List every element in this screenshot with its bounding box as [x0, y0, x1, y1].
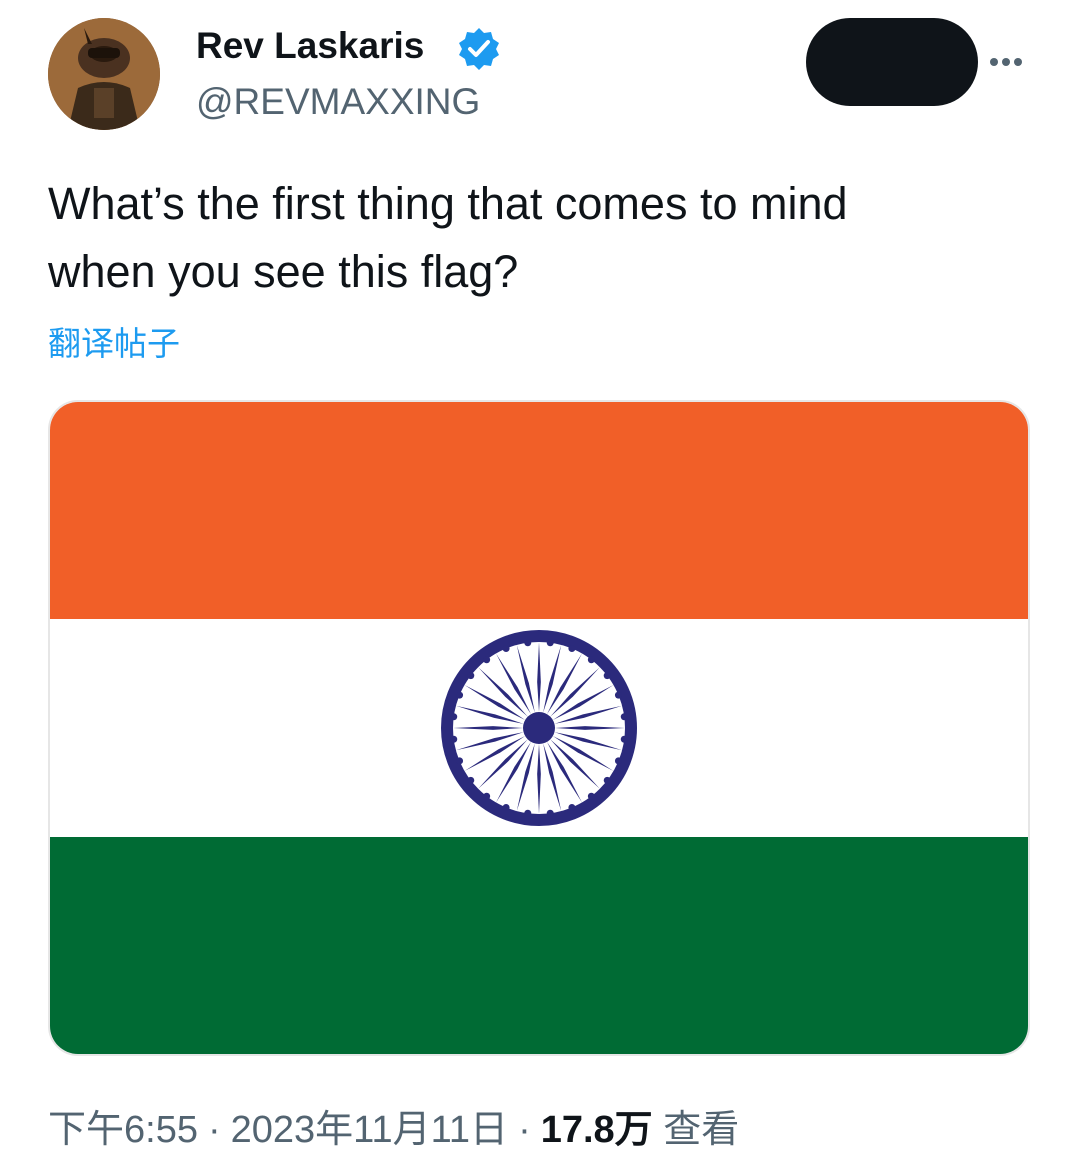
- chakra-rim-dot: [587, 656, 595, 664]
- tweet-text: What’s the first thing that comes to min…: [48, 170, 1038, 306]
- chakra-rim-dot: [568, 803, 576, 811]
- tweet-meta: 下午6:55 · 2023年11月11日 · 17.8万 查看: [48, 1104, 739, 1156]
- chakra-rim-dot: [483, 656, 491, 664]
- chakra-rim-dot: [614, 757, 622, 765]
- chakra-rim-dot: [502, 803, 510, 811]
- tweet-media-image[interactable]: [48, 400, 1030, 1056]
- views-label[interactable]: 查看: [663, 1109, 739, 1151]
- chakra-rim-dot: [587, 792, 595, 800]
- chakra-hub: [523, 712, 555, 744]
- meta-separator: ·: [518, 1109, 531, 1151]
- author-display-name[interactable]: Rev Laskaris: [196, 24, 424, 68]
- chakra-rim-dot: [568, 645, 576, 653]
- tweet-time[interactable]: 下午6:55: [48, 1109, 198, 1151]
- chakra-rim-dot: [524, 809, 532, 817]
- more-options-icon[interactable]: [984, 40, 1028, 84]
- ashoka-chakra-icon: [441, 630, 637, 826]
- flag-stripe-top: [50, 402, 1028, 619]
- chakra-rim-dot: [467, 776, 475, 784]
- chakra-rim-dot: [456, 691, 464, 699]
- tweet-date[interactable]: 2023年11月11日: [231, 1109, 508, 1151]
- chakra-rim-dot: [620, 735, 628, 743]
- chakra-rim-dot: [603, 672, 611, 680]
- tweet-text-line-2: when you see this flag?: [48, 246, 519, 297]
- views-count[interactable]: 17.8万: [541, 1109, 653, 1151]
- author-handle[interactable]: @REVMAXXING: [196, 80, 480, 124]
- chakra-rim-dot: [614, 691, 622, 699]
- chakra-rim-dot: [546, 639, 554, 647]
- tweet-text-line-1: What’s the first thing that comes to min…: [48, 178, 848, 229]
- meta-separator: ·: [207, 1109, 221, 1151]
- chakra-rim-dot: [456, 757, 464, 765]
- chakra-rim-dot: [467, 672, 475, 680]
- chakra-rim-dot: [546, 809, 554, 817]
- chakra-rim-dot: [502, 645, 510, 653]
- avatar[interactable]: [48, 18, 160, 130]
- verified-badge-icon: [459, 28, 499, 70]
- chakra-rim-dot: [524, 639, 532, 647]
- chakra-rim-dot: [603, 776, 611, 784]
- chakra-rim-dot: [483, 792, 491, 800]
- soldier-avatar-icon: [48, 18, 160, 130]
- flag-stripe-bottom: [50, 837, 1028, 1054]
- follow-button[interactable]: [806, 18, 978, 106]
- translate-post-link[interactable]: 翻译帖子: [48, 322, 180, 366]
- flag-image: [50, 402, 1028, 1054]
- chakra-rim-dot: [450, 735, 458, 743]
- chakra-rim-dot: [450, 713, 458, 721]
- chakra-rim-dot: [620, 713, 628, 721]
